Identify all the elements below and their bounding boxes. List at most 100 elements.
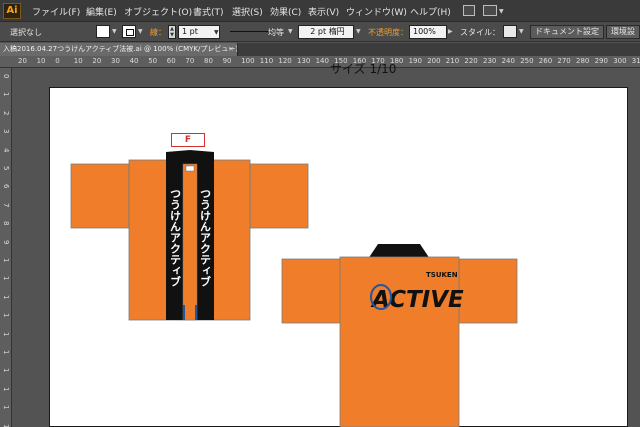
ruler-tick-label: 10: [36, 57, 46, 65]
ruler-tick-label: 0: [55, 57, 60, 65]
ruler-tick-label: 1: [2, 294, 10, 300]
opacity-label[interactable]: 不透明度：: [368, 27, 408, 38]
style-dropdown-icon[interactable]: ▼: [519, 28, 524, 35]
stroke-weight-dropdown-icon[interactable]: ▼: [214, 29, 219, 36]
fill-dropdown-icon[interactable]: ▼: [112, 28, 117, 35]
back-happi-coat[interactable]: TSUKEN ACTIVE: [280, 243, 520, 427]
ruler-tick-label: 1: [2, 92, 10, 97]
ruler-tick-label: 200: [427, 57, 441, 65]
brush-dropdown-icon[interactable]: ▼: [356, 28, 361, 35]
document-tab-bar: 入稿2016.04.27つうけんアクティブ法被.ai @ 100% (CMYK/…: [0, 43, 640, 56]
ruler-tick-label: 210: [445, 57, 460, 65]
ruler-tick-label: 1: [2, 368, 10, 373]
ruler-tick-label: 100: [241, 57, 255, 65]
ruler-tick-label: 240: [501, 57, 515, 65]
brush-definition-field[interactable]: 2 pt 楕円: [298, 25, 354, 39]
ruler-tick-label: 20: [92, 57, 102, 65]
app-logo: Ai: [3, 3, 21, 19]
bridge-icon[interactable]: [463, 5, 475, 16]
menu-select[interactable]: 選択(S): [232, 5, 263, 18]
ruler-tick-label: 0: [2, 74, 10, 79]
ruler-tick-label: 270: [557, 57, 571, 65]
ruler-tick-label: 90: [222, 57, 232, 65]
document-tab[interactable]: 入稿2016.04.27つうけんアクティブ法被.ai @ 100% (CMYK/…: [0, 43, 238, 56]
stroke-swatch[interactable]: [122, 25, 136, 38]
ruler-tick-label: 1: [2, 386, 10, 392]
ruler-tick-label: 7: [2, 202, 10, 208]
ruler-tick-label: 300: [613, 57, 627, 65]
blue-accent-right: [195, 305, 197, 320]
selection-status: 選択なし: [10, 28, 42, 37]
menu-effect[interactable]: 効果(C): [270, 5, 301, 18]
right-sleeve: [249, 163, 309, 229]
control-bar: 選択なし ▼ ▼ 線： ▲ ▼ 1 pt ▼ 均等 ▼ 2 pt 楕円 ▼ 不透明…: [0, 22, 640, 42]
ruler-tick-label: 20: [18, 57, 27, 65]
ruler-tick-label: 1: [2, 276, 10, 281]
menu-bar: Ai ファイル(F) 編集(E) オブジェクト(O) 書式(T) 選択(S) 効…: [0, 0, 640, 22]
ruler-tick-label: 30: [111, 57, 120, 65]
ruler-tick-label: 220: [464, 57, 478, 65]
ruler-tick-label: 1: [2, 331, 10, 337]
stroke-profile-label[interactable]: 均等: [268, 27, 284, 38]
ruler-tick-label: 110: [259, 57, 274, 65]
menu-view[interactable]: 表示(V): [308, 5, 339, 18]
left-sleeve: [70, 163, 130, 229]
arrange-documents-icon[interactable]: [483, 5, 497, 16]
menu-file[interactable]: ファイル(F): [32, 5, 80, 18]
menu-help[interactable]: ヘルプ(H): [410, 5, 451, 18]
ruler-tick-label: 1: [2, 405, 10, 410]
front-label[interactable]: F: [171, 133, 205, 147]
ruler-tick-label: 2: [2, 110, 10, 116]
stroke-label[interactable]: 線：: [150, 27, 166, 38]
ruler-tick-label: 60: [166, 57, 176, 65]
opacity-field[interactable]: 100%: [409, 25, 447, 39]
ruler-tick-label: 1: [2, 350, 10, 355]
ruler-tick-label: 10: [73, 57, 83, 65]
ruler-tick-label: 290: [594, 57, 608, 65]
ruler-tick-label: 70: [185, 57, 195, 65]
collar-top: [166, 150, 214, 164]
ruler-tick-label: 50: [148, 57, 158, 65]
fill-swatch[interactable]: [96, 25, 110, 38]
horizontal-ruler[interactable]: 20 10 0 10 20 30 40 50 60 70 80 90 100 110 120 130 140 15…: [0, 56, 640, 68]
ruler-tick-label: 230: [483, 57, 497, 65]
back-left-sleeve: [281, 258, 341, 324]
blue-accent-left: [183, 305, 185, 320]
back-right-sleeve: [458, 258, 518, 324]
opacity-dropdown-icon[interactable]: ▶: [448, 28, 453, 35]
menu-object[interactable]: オブジェクト(O): [124, 5, 192, 18]
preferences-button[interactable]: 環境設: [606, 25, 640, 39]
stroke-profile-dropdown-icon[interactable]: ▼: [288, 28, 293, 35]
ruler-tick-label: 250: [520, 57, 534, 65]
ruler-tick-label: 140: [315, 57, 329, 65]
brand-tag: [185, 165, 195, 172]
menu-type[interactable]: 書式(T): [193, 5, 224, 18]
front-happi-coat[interactable]: つうけんアクティブ つうけんアクティブ: [70, 150, 310, 324]
ruler-tick-label: 120: [278, 57, 292, 65]
ruler-tick-label: 40: [129, 57, 139, 65]
menu-window[interactable]: ウィンドウ(W): [346, 5, 407, 18]
ruler-tick-label: 80: [204, 57, 213, 65]
ruler-tick-label: 5: [2, 166, 10, 171]
stroke-dropdown-icon[interactable]: ▼: [138, 28, 143, 35]
ruler-tick-label: 3: [2, 129, 10, 134]
ruler-tick-label: 310: [631, 57, 640, 65]
stroke-weight-stepper[interactable]: ▲ ▼: [168, 25, 176, 39]
ruler-tick-label: 190: [408, 57, 422, 65]
collar-text-right: つうけんアクティブ: [199, 188, 212, 287]
stroke-profile-preview[interactable]: [230, 31, 268, 32]
ruler-tick-label: 280: [576, 57, 590, 65]
vertical-ruler[interactable]: 0 1 2 3 4 5 6 7 8 9 1 1 1 1 1 1 1 1 1 1: [0, 68, 12, 427]
ruler-tick-label: 9: [2, 239, 10, 245]
close-icon[interactable]: ×: [228, 43, 234, 55]
ruler-tick-label: 130: [297, 57, 311, 65]
illustrator-window: Ai ファイル(F) 編集(E) オブジェクト(O) 書式(T) 選択(S) 効…: [0, 0, 640, 427]
ruler-tick-label: 1: [2, 313, 10, 318]
menu-edit[interactable]: 編集(E): [86, 5, 117, 18]
document-setup-button[interactable]: ドキュメント設定: [530, 25, 604, 39]
size-label[interactable]: サイズ 1/10: [330, 60, 396, 77]
chevron-down-icon[interactable]: ▼: [499, 8, 504, 15]
ruler-tick-label: 8: [2, 221, 10, 226]
graphic-style-swatch[interactable]: [503, 25, 517, 38]
ruler-tick-label: 1: [2, 258, 10, 263]
